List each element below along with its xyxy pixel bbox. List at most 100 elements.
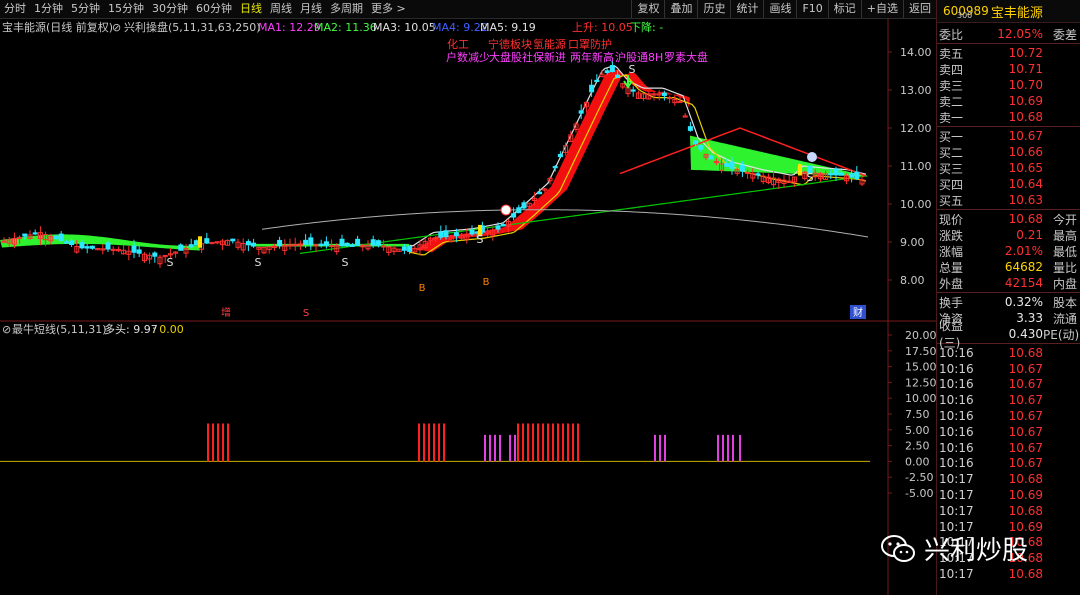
candle-body [84, 246, 90, 249]
period-tab[interactable]: 1分钟 [30, 0, 67, 18]
period-tab[interactable]: 多周期 [326, 0, 367, 18]
stat-row-value: 0.430 [1008, 327, 1043, 341]
toolbar-button[interactable]: 历史 [697, 0, 730, 18]
sub-axis-label: 12.50 [905, 376, 936, 389]
trade-time: 10:16 [939, 440, 974, 455]
candle-body [277, 239, 283, 247]
stat-row: 收益(三) 0.430 PE(动) [937, 319, 1080, 350]
toolbar-button[interactable]: 画线 [763, 0, 796, 18]
bid-row-label: 买一 [939, 129, 964, 144]
period-tab[interactable]: 60分钟 [192, 0, 236, 18]
price-axis-label: 12.00 [900, 122, 932, 135]
candle-body [131, 245, 137, 253]
ask-row-value: 10.69 [1008, 94, 1043, 108]
candle-body [854, 171, 860, 179]
candle-body [615, 74, 621, 79]
candle-body [318, 243, 324, 246]
stat-row: 涨跌 0.21 最高 [937, 227, 1080, 243]
trade-row: 10:16 10.67 [937, 377, 1080, 393]
candle-body [370, 239, 376, 246]
stock-name[interactable]: 宝丰能源 [991, 2, 1043, 21]
trade-row: 10:16 10.67 [937, 424, 1080, 440]
stat-row-label: 涨跌 [939, 228, 964, 243]
candle-body [443, 230, 449, 238]
period-tab[interactable]: 30分钟 [148, 0, 192, 18]
concept-tag: 宁德板块 [488, 37, 532, 51]
ask-row-label: 卖二 [939, 94, 964, 109]
period-tab[interactable]: 5分钟 [67, 0, 104, 18]
concept-tag: 户数减少 [446, 50, 490, 64]
bid-row-label: 买五 [939, 193, 964, 208]
period-toolbar: 分时 1分钟 5分钟 15分钟 30分钟 60分钟 日线 周线 月线 多周期 更多 > 复权 叠加 历史… [0, 0, 936, 19]
period-tab[interactable]: 分时 [0, 0, 30, 18]
trade-time: 10:17 [939, 488, 974, 503]
sub-axis-label: -2.50 [905, 471, 933, 484]
period-tab[interactable]: 月线 [296, 0, 326, 18]
candle-body [453, 232, 459, 237]
candle-body [32, 232, 38, 235]
weicha-label: 委差 [1052, 27, 1077, 42]
bid-row: 买五 10.63 [937, 192, 1080, 208]
sub-axis-label: -5.00 [905, 487, 933, 500]
trade-time: 10:16 [939, 456, 974, 471]
period-tab[interactable]: 15分钟 [104, 0, 148, 18]
stat-row-label2: PE(动) [1043, 327, 1080, 342]
trade-row: 10:16 10.67 [937, 392, 1080, 408]
trade-row: 10:16 10.67 [937, 361, 1080, 377]
candle-body [739, 165, 745, 172]
trade-price: 10.67 [1008, 440, 1043, 455]
candle-body [69, 240, 75, 246]
candle-body [729, 161, 735, 169]
ma2-label: MA2: 11.36 [314, 21, 377, 34]
ma1-label: MA1: 12.29 [258, 21, 321, 34]
toolbar-button[interactable]: F10 [796, 0, 827, 18]
close-icon: ⊘ [112, 21, 121, 34]
stat-row-value: 3.33 [1016, 311, 1043, 325]
concept-tag: 口罩防护 [568, 37, 612, 51]
stat-row-label2: 流通 [1052, 311, 1077, 326]
trade-price: 10.67 [1008, 361, 1043, 376]
candle-body [339, 238, 345, 247]
toolbar-button[interactable]: +自选 [860, 0, 903, 18]
candle-body [230, 238, 236, 242]
top-price: 300 [957, 11, 973, 20]
concept-tag: 罗素大盘 [664, 50, 708, 64]
period-tab[interactable]: 周线 [266, 0, 296, 18]
ma5-label: MA5: 9.19 [480, 21, 536, 34]
toolbar-button[interactable]: 返回 [903, 0, 936, 18]
candle-body [323, 241, 329, 246]
toolbar-button[interactable]: 标记 [827, 0, 861, 18]
candle-body [552, 166, 558, 169]
stat-row-label2: 今开 [1052, 212, 1077, 227]
trade-price: 10.68 [1008, 567, 1043, 582]
toolbar-button[interactable]: 复权 [631, 0, 664, 18]
candle-body [349, 244, 355, 247]
stat-row: 总量 64682 量比 [937, 259, 1080, 275]
stat-row-value: 0.32% [1004, 295, 1043, 309]
sub-axis-label: 2.50 [905, 440, 930, 453]
candle-body [838, 172, 844, 176]
candle-body [344, 242, 350, 247]
trade-price: 10.68 [1008, 503, 1043, 518]
period-tab[interactable]: 日线 [236, 0, 266, 18]
bid-row: 买二 10.66 [937, 144, 1080, 160]
stat-row-value: 42154 [1004, 276, 1043, 290]
candle-body [22, 233, 28, 237]
plus-circle-icon [500, 204, 512, 216]
wechat-icon [881, 534, 915, 562]
watermark: 兴利炒股 [880, 530, 1028, 567]
toolbar-button[interactable]: 统计 [730, 0, 763, 18]
toolbar-button[interactable]: 叠加 [664, 0, 697, 18]
candle-body [589, 84, 595, 93]
trade-time: 10:16 [939, 345, 974, 360]
bid-row-label: 买四 [939, 177, 964, 192]
toolbar-buttons: 复权 叠加 历史 统计 画线 F10 标记 +自选 返回 [631, 0, 936, 18]
candlestick-chart[interactable]: 14.00 13.00 12.00 11.00 10.00 9.00 8.00 宝丰能源(日线… [0, 19, 936, 595]
period-tab[interactable]: 更多 > [367, 0, 410, 18]
price-axis-label: 14.00 [900, 46, 932, 59]
stat-row: 涨幅 2.01% 最低 [937, 243, 1080, 259]
price-axis-label: 13.00 [900, 84, 932, 97]
candle-body [53, 235, 59, 240]
trade-time: 10:16 [939, 377, 974, 392]
trade-row: 10:17 10.68 [937, 503, 1080, 519]
